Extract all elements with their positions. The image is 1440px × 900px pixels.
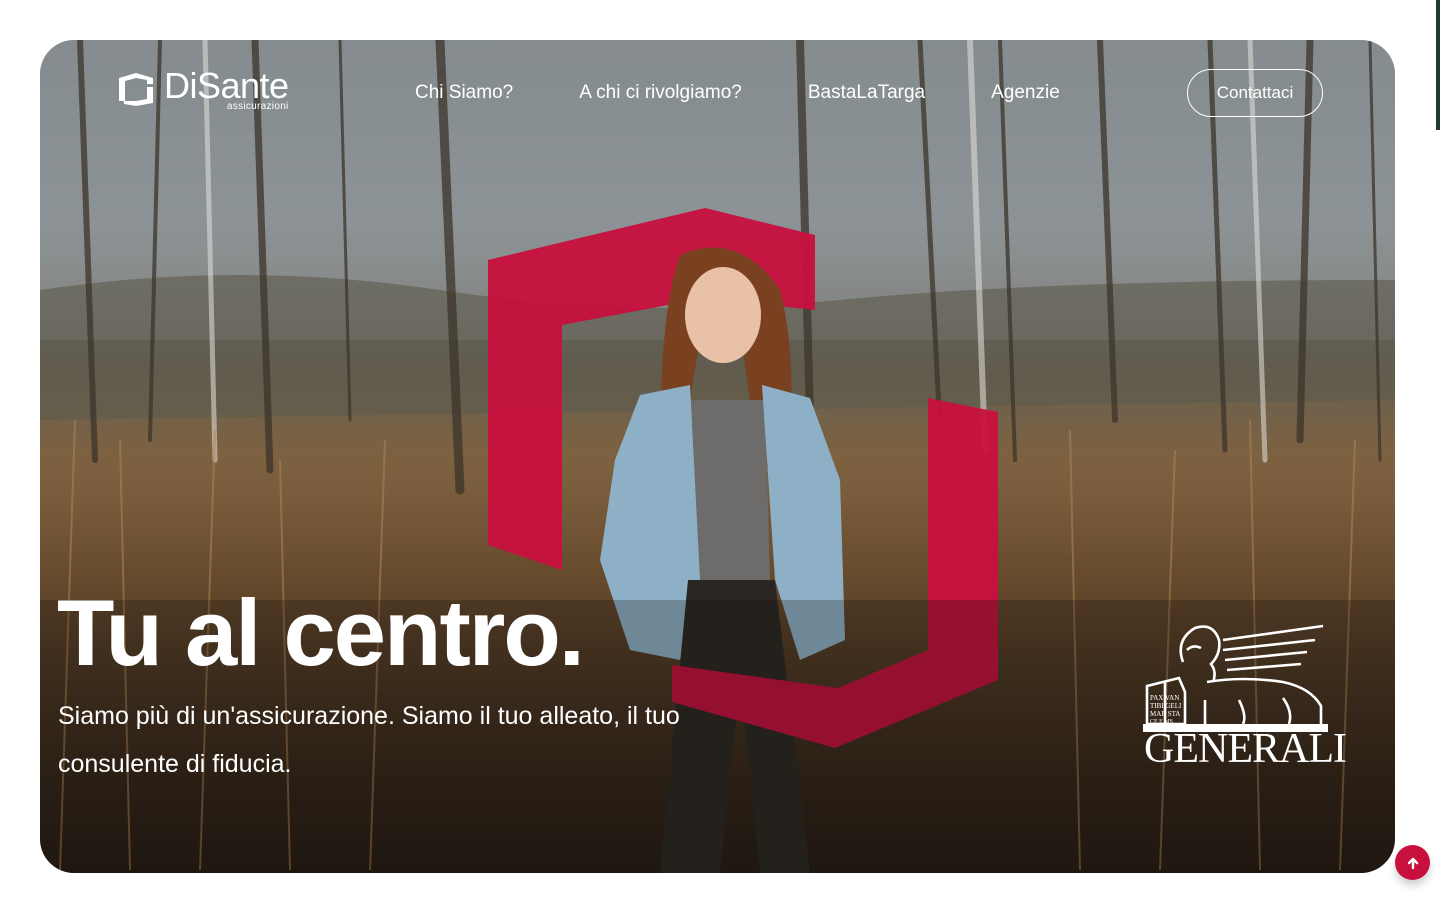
page-edge-strip xyxy=(1436,0,1440,130)
disante-logo[interactable]: DiSante assicurazioni xyxy=(116,68,289,112)
arrow-up-icon xyxy=(1407,857,1418,869)
brand-name: DiSante xyxy=(164,65,289,106)
disante-logo-icon xyxy=(119,73,153,106)
contact-button[interactable]: Contattaci xyxy=(1187,69,1323,117)
svg-text:PAX VAN: PAX VAN xyxy=(1150,694,1179,702)
scroll-to-top-button[interactable] xyxy=(1395,845,1430,880)
nav-item-chi-siamo[interactable]: Chi Siamo? xyxy=(415,82,513,104)
hero-section: DiSante assicurazioni Chi Siamo? A chi c… xyxy=(40,40,1395,873)
nav-item-bastalatarga[interactable]: BastaLaTarga xyxy=(808,82,925,104)
nav-item-a-chi-ci-rivolgiamo[interactable]: A chi ci rivolgiamo? xyxy=(579,82,742,104)
svg-text:MAR STA: MAR STA xyxy=(1150,710,1180,718)
main-nav: Chi Siamo? A chi ci rivolgiamo? BastaLaT… xyxy=(415,82,1126,104)
generali-wordmark: GENERALI xyxy=(1144,726,1347,772)
hero-subtitle: Siamo più di un'assicurazione. Siamo il … xyxy=(58,702,680,778)
svg-text:CE E MS: CE E MS xyxy=(1150,719,1173,725)
nav-item-agenzie[interactable]: Agenzie xyxy=(991,82,1060,104)
hero-headline: Tu al centro. xyxy=(57,580,585,685)
svg-text:TIBI GELI: TIBI GELI xyxy=(1150,702,1182,710)
